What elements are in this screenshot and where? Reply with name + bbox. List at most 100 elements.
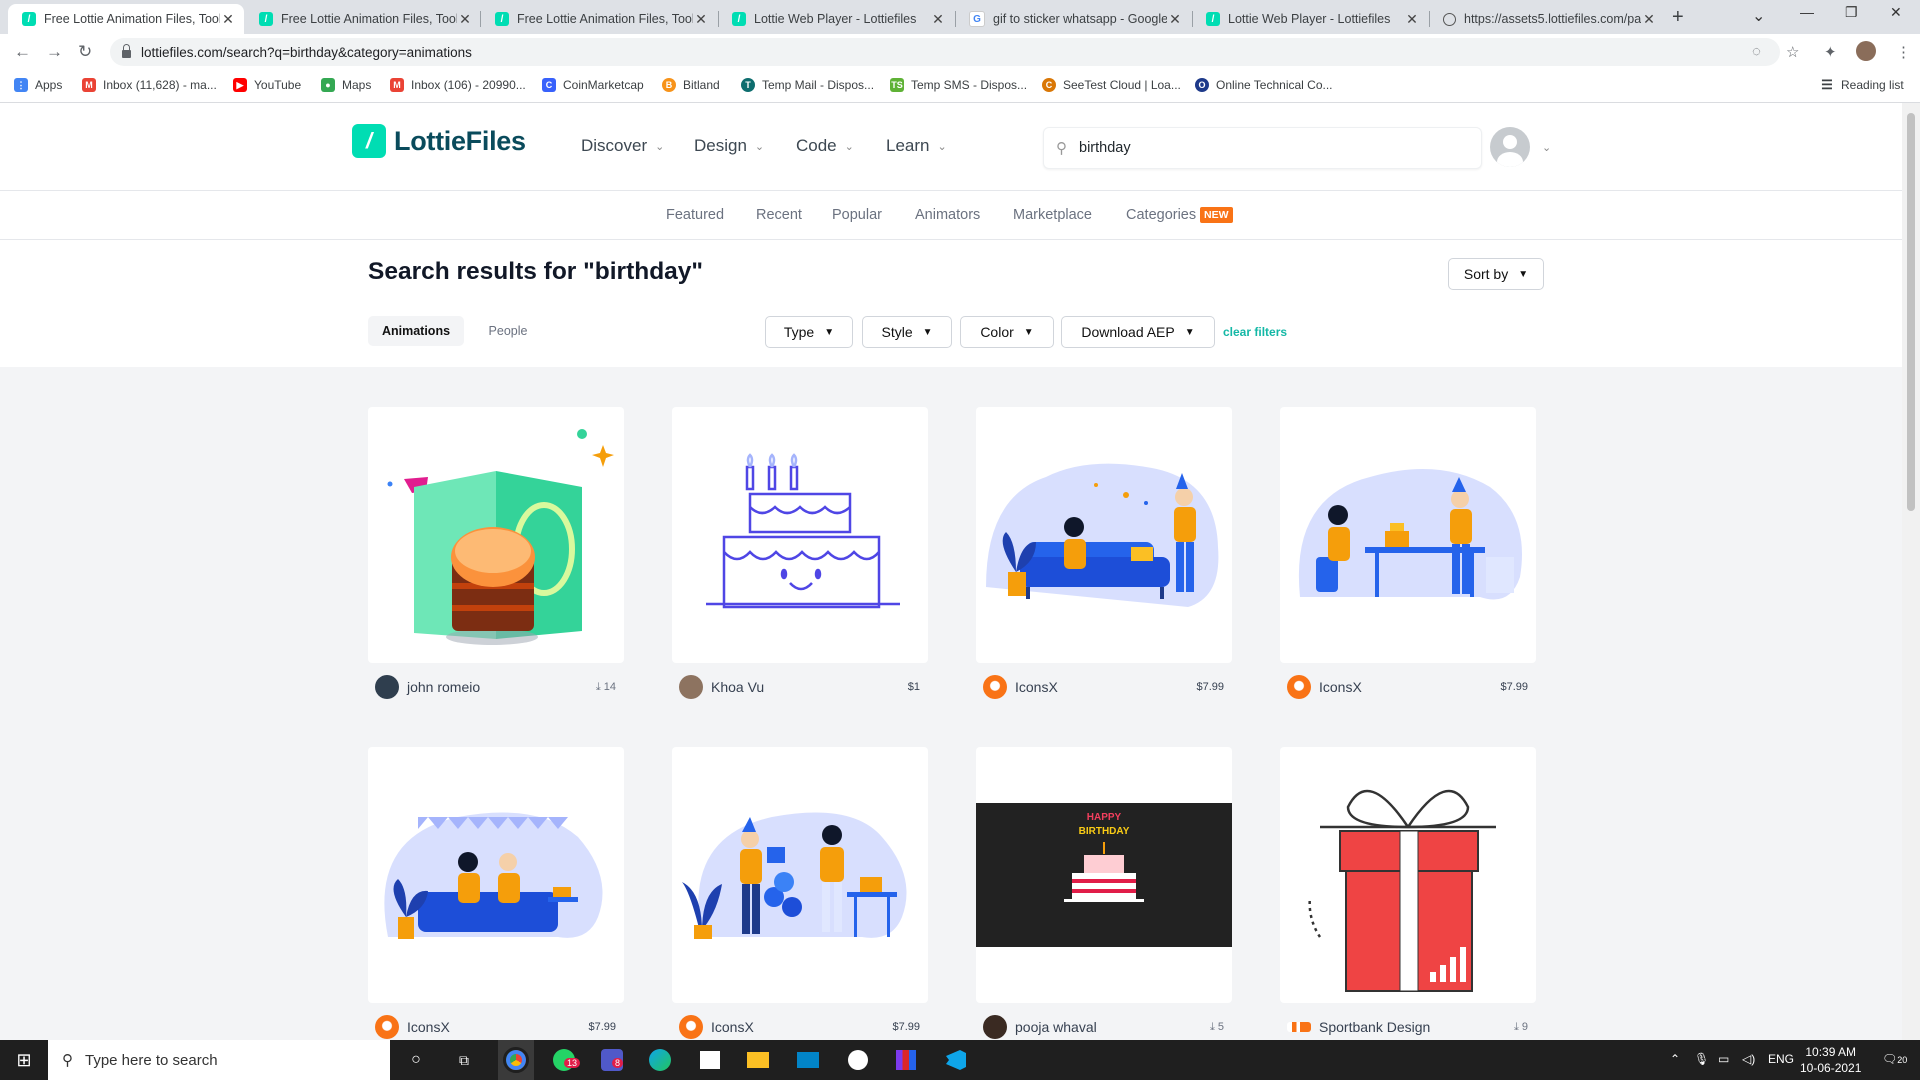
bookmark-star-icon[interactable]: ☆ [1786, 43, 1799, 61]
nav-code[interactable]: Code ⌄ [796, 136, 854, 156]
bookmark-tempmail[interactable]: T Temp Mail - Dispos... [741, 78, 874, 92]
tab-4[interactable]: / Lottie Web Player - Lottiefiles ✕ [718, 4, 954, 34]
bookmark-technical[interactable]: O Online Technical Co... [1195, 78, 1333, 92]
edge-taskbar-icon[interactable] [648, 1048, 672, 1072]
user-avatar[interactable] [1490, 127, 1530, 167]
clear-filters-link[interactable]: clear filters [1223, 325, 1287, 339]
chrome-taskbar-icon[interactable] [498, 1040, 534, 1080]
tab-1[interactable]: / Free Lottie Animation Files, Tools ✕ [8, 4, 244, 34]
tab-people[interactable]: People [472, 316, 544, 346]
animation-card[interactable] [976, 407, 1232, 663]
bookmark-seetest[interactable]: C SeeTest Cloud | Loa... [1042, 78, 1181, 92]
lottiefiles-logo[interactable]: / LottieFiles [352, 124, 526, 158]
bookmark-tempsms[interactable]: TS Temp SMS - Dispos... [890, 78, 1027, 92]
animation-card[interactable] [368, 747, 624, 1003]
tab-2[interactable]: / Free Lottie Animation Files, Tools ✕ [245, 4, 481, 34]
cortana-icon[interactable]: ○ [404, 1048, 428, 1072]
close-tab-icon[interactable]: ✕ [1167, 11, 1183, 28]
scrollbar-thumb[interactable] [1907, 113, 1915, 511]
teams-taskbar-icon[interactable]: 8 [600, 1048, 624, 1072]
minimize-button[interactable]: — [1800, 4, 1814, 20]
subnav-categories[interactable]: Categories [1126, 207, 1196, 223]
microphone-icon[interactable]: 🎙 [1694, 1052, 1709, 1066]
file-explorer-icon[interactable] [746, 1048, 770, 1072]
author-avatar[interactable] [983, 1015, 1007, 1039]
nav-learn[interactable]: Learn ⌄ [886, 136, 947, 156]
chevron-down-icon[interactable]: ⌄ [1542, 141, 1551, 154]
close-tab-icon[interactable]: ✕ [1641, 11, 1657, 28]
task-view-icon[interactable]: ⧉ [452, 1048, 476, 1072]
close-tab-icon[interactable]: ✕ [1404, 11, 1420, 28]
omnibox[interactable]: lottiefiles.com/search?q=birthday&catego… [110, 38, 1780, 66]
eye-off-icon[interactable]: ◌ [1752, 43, 1761, 60]
tab-3[interactable]: / Free Lottie Animation Files, Tools ✕ [481, 4, 717, 34]
tab-search-icon[interactable]: ⌄ [1752, 6, 1765, 26]
restore-button[interactable]: ❐ [1845, 4, 1858, 21]
subnav-popular[interactable]: Popular [832, 207, 882, 223]
tab-5[interactable]: G gif to sticker whatsapp - Google ✕ [955, 4, 1191, 34]
subnav-marketplace[interactable]: Marketplace [1013, 207, 1092, 223]
filter-download-aep[interactable]: Download AEP ▼ [1061, 316, 1215, 348]
subnav-recent[interactable]: Recent [756, 207, 802, 223]
back-button[interactable]: ← [14, 42, 31, 62]
bookmark-gmail-2[interactable]: M Inbox (106) - 20990... [390, 78, 526, 92]
vscode-taskbar-icon[interactable] [944, 1048, 968, 1072]
author-avatar[interactable] [679, 675, 703, 699]
iconsx-avatar[interactable] [1287, 675, 1311, 699]
sort-by-dropdown[interactable]: Sort by ▼ [1448, 258, 1544, 290]
tab-6[interactable]: / Lottie Web Player - Lottiefiles ✕ [1192, 4, 1428, 34]
whatsapp-taskbar-icon[interactable]: 13 [552, 1048, 581, 1072]
winrar-taskbar-icon[interactable] [894, 1048, 918, 1072]
sportbank-avatar[interactable] [1287, 1022, 1311, 1032]
bookmark-youtube[interactable]: ▶ YouTube [233, 78, 301, 92]
bookmark-bitland[interactable]: B Bitland [662, 78, 720, 92]
author-name[interactable]: pooja whaval [1015, 1019, 1210, 1035]
reload-button[interactable]: ↻ [78, 42, 92, 62]
animation-card[interactable] [1280, 407, 1536, 663]
bookmark-coinmarketcap[interactable]: C CoinMarketcap [542, 78, 644, 92]
author-name[interactable]: john romeio [407, 679, 596, 695]
bookmark-gmail-1[interactable]: M Inbox (11,628) - ma... [82, 78, 217, 92]
author-name[interactable]: Sportbank Design [1319, 1019, 1514, 1035]
author-name[interactable]: Khoa Vu [711, 679, 908, 695]
page-scrollbar[interactable] [1902, 103, 1920, 1040]
language-indicator[interactable]: ENG [1768, 1052, 1794, 1066]
close-tab-icon[interactable]: ✕ [693, 11, 709, 28]
notification-center-icon[interactable]: 🗨20 [1882, 1052, 1907, 1066]
filter-color[interactable]: Color ▼ [960, 316, 1054, 348]
author-name[interactable]: IconsX [1319, 679, 1500, 695]
close-window-button[interactable]: ✕ [1890, 4, 1902, 21]
new-tab-button[interactable]: + [1672, 6, 1684, 29]
forward-button[interactable]: → [46, 42, 63, 62]
profile-avatar[interactable] [1856, 41, 1876, 61]
taskbar-search[interactable]: ⚲ Type here to search [48, 1040, 390, 1080]
nav-design[interactable]: Design ⌄ [694, 136, 764, 156]
animation-card[interactable] [368, 407, 624, 663]
mail-taskbar-icon[interactable] [796, 1048, 820, 1072]
animation-card[interactable] [672, 747, 928, 1003]
iconsx-avatar[interactable] [679, 1015, 703, 1039]
tray-chevron-icon[interactable]: ⌃ [1670, 1052, 1680, 1066]
bookmark-apps[interactable]: ⋮ Apps [14, 78, 62, 92]
close-tab-icon[interactable]: ✕ [220, 11, 236, 28]
author-avatar[interactable] [375, 675, 399, 699]
close-tab-icon[interactable]: ✕ [930, 11, 946, 28]
iconsx-avatar[interactable] [983, 675, 1007, 699]
author-name[interactable]: IconsX [1015, 679, 1196, 695]
extensions-icon[interactable]: ✦ [1824, 43, 1837, 61]
close-tab-icon[interactable]: ✕ [457, 11, 473, 28]
volume-icon[interactable]: ◁) [1742, 1052, 1755, 1066]
nav-discover[interactable]: Discover ⌄ [581, 136, 664, 156]
search-input[interactable]: ⚲ birthday [1043, 127, 1482, 169]
animation-card[interactable] [672, 407, 928, 663]
subnav-featured[interactable]: Featured [666, 207, 724, 223]
reading-list[interactable]: ☰ Reading list [1820, 77, 1904, 92]
windows-start-icon[interactable]: ⊞ [12, 1048, 36, 1072]
iconsx-avatar[interactable] [375, 1015, 399, 1039]
chrome-menu-icon[interactable]: ⋮ [1896, 43, 1911, 61]
filter-type[interactable]: Type ▼ [765, 316, 853, 348]
app-taskbar-icon[interactable] [846, 1048, 870, 1072]
author-name[interactable]: IconsX [711, 1019, 892, 1035]
bookmark-maps[interactable]: ● Maps [321, 78, 371, 92]
taskbar-clock[interactable]: 10:39 AM 10-06-2021 [1800, 1044, 1861, 1076]
